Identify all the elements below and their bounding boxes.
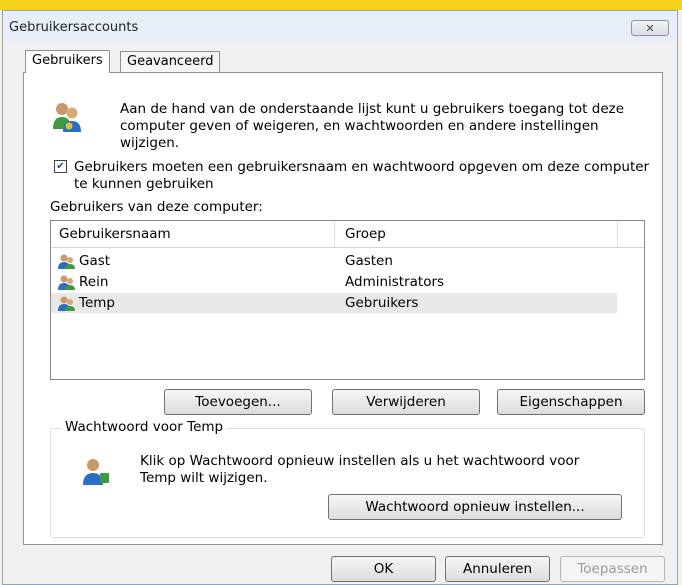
cancel-button[interactable]: Annuleren <box>445 556 550 582</box>
password-group-legend: Wachtwoord voor Temp <box>62 419 227 435</box>
close-button[interactable]: ✕ <box>631 20 669 36</box>
apply-button[interactable]: Toepassen <box>560 556 665 582</box>
users-listview[interactable]: Gebruikersnaam Groep Gast Gasten Rein Ad… <box>50 220 645 380</box>
window-title: Gebruikersaccounts <box>9 20 139 35</box>
users-group-icon <box>53 103 81 132</box>
user-icon <box>58 296 75 311</box>
add-user-button[interactable]: Toevoegen... <box>164 389 312 415</box>
username-cell: Temp <box>79 295 115 311</box>
column-header-group[interactable]: Groep <box>345 226 386 242</box>
tab-gebruikers[interactable]: Gebruikers <box>25 50 110 73</box>
reset-password-button[interactable]: Wachtwoord opnieuw instellen... <box>328 494 622 520</box>
require-login-label: Gebruikers moeten een gebruikersnaam en … <box>74 159 650 192</box>
group-cell: Gasten <box>345 253 393 269</box>
intro-description: Aan de hand van de onderstaande lijst ku… <box>120 101 625 151</box>
password-description: Klik op Wachtwoord opnieuw instellen als… <box>140 453 580 486</box>
tab-label: Gebruikers <box>32 53 103 68</box>
user-password-icon <box>83 459 109 485</box>
group-cell: Administrators <box>345 274 445 290</box>
group-cell: Gebruikers <box>345 295 419 311</box>
close-icon: ✕ <box>645 22 655 35</box>
properties-button[interactable]: Eigenschappen <box>497 389 645 415</box>
tab-panel-gebruikers: Aan de hand van de onderstaande lijst ku… <box>23 72 663 545</box>
top-accent-bar <box>0 0 682 10</box>
users-list-label: Gebruikers van deze computer: <box>50 199 263 215</box>
listview-header: Gebruikersnaam Groep <box>51 221 644 248</box>
column-header-username[interactable]: Gebruikersnaam <box>59 226 171 242</box>
tab-geavanceerd[interactable]: Geavanceerd <box>120 51 221 73</box>
username-cell: Gast <box>79 253 111 269</box>
require-login-checkbox[interactable]: ✔ <box>54 160 67 173</box>
table-row[interactable]: Rein Administrators <box>51 272 617 292</box>
title-bar: Gebruikersaccounts ✕ <box>3 11 677 41</box>
user-icon <box>58 275 75 290</box>
table-row-selected[interactable]: Temp Gebruikers <box>51 293 617 313</box>
table-row[interactable]: Gast Gasten <box>51 251 617 271</box>
column-divider[interactable] <box>617 221 618 247</box>
ok-button[interactable]: OK <box>331 556 436 582</box>
user-accounts-dialog: Gebruikersaccounts ✕ Gebruikers Geavance… <box>2 10 678 585</box>
tab-label: Geavanceerd <box>127 54 214 69</box>
username-cell: Rein <box>79 274 109 290</box>
remove-user-button[interactable]: Verwijderen <box>332 389 480 415</box>
user-icon <box>58 254 75 269</box>
column-divider[interactable] <box>334 221 335 247</box>
